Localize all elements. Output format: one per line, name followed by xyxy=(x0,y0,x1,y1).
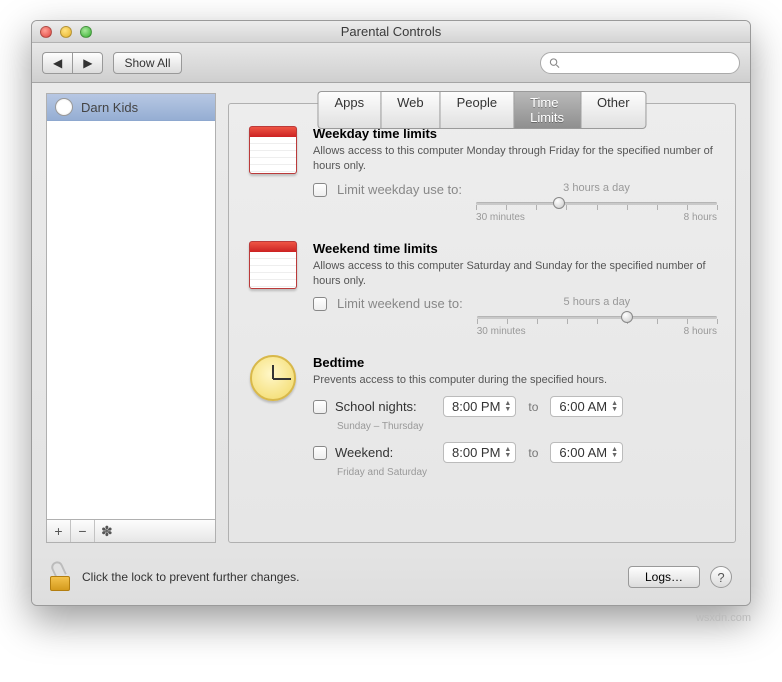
stepper-icon[interactable]: ▲▼ xyxy=(611,401,618,413)
weekday-slider-value: 3 hours a day xyxy=(476,182,717,194)
weekday-checkbox[interactable] xyxy=(313,183,327,197)
show-all-button[interactable]: Show All xyxy=(113,52,181,74)
weekday-slider-min: 30 minutes xyxy=(476,212,525,223)
slider-knob[interactable] xyxy=(553,197,565,209)
weekend-checkbox-label: Limit weekend use to: xyxy=(337,296,463,311)
bedtime-title: Bedtime xyxy=(313,355,717,370)
weekend-nights-checkbox[interactable] xyxy=(313,446,327,460)
clock-icon xyxy=(250,355,296,401)
weekday-slider[interactable] xyxy=(476,196,717,210)
close-icon[interactable] xyxy=(40,26,52,38)
bedtime-section: Bedtime Prevents access to this computer… xyxy=(247,355,717,488)
search-icon xyxy=(549,57,560,69)
search-input[interactable] xyxy=(564,55,731,71)
user-list[interactable]: Darn Kids xyxy=(46,93,216,519)
school-nights-from[interactable]: 8:00 PM ▲▼ xyxy=(443,396,516,417)
action-menu-button[interactable]: ✽ xyxy=(95,520,215,542)
bedtime-desc: Prevents access to this computer during … xyxy=(313,373,717,388)
tab-bar: Apps Web People Time Limits Other xyxy=(317,91,646,129)
toolbar: ◀ ▶ Show All xyxy=(32,43,750,83)
stepper-icon[interactable]: ▲▼ xyxy=(611,447,618,459)
tab-apps[interactable]: Apps xyxy=(317,91,380,129)
search-field[interactable] xyxy=(540,52,740,74)
user-sidebar: Darn Kids + − ✽ xyxy=(46,93,216,543)
weekday-section: Weekday time limits Allows access to thi… xyxy=(247,126,717,223)
weekday-checkbox-label: Limit weekday use to: xyxy=(337,182,462,197)
weekend-nights-to[interactable]: 6:00 AM ▲▼ xyxy=(550,442,623,463)
weekend-checkbox[interactable] xyxy=(313,297,327,311)
tab-other[interactable]: Other xyxy=(580,91,647,129)
window-title: Parental Controls xyxy=(32,24,750,39)
weekend-slider-max: 8 hours xyxy=(684,326,717,337)
school-nights-checkbox[interactable] xyxy=(313,400,327,414)
lock-text: Click the lock to prevent further change… xyxy=(82,570,299,584)
stepper-icon[interactable]: ▲▼ xyxy=(504,401,511,413)
preferences-window: Parental Controls ◀ ▶ Show All Darn Kids… xyxy=(31,20,751,606)
help-button[interactable]: ? xyxy=(710,566,732,588)
zoom-icon[interactable] xyxy=(80,26,92,38)
calendar-icon xyxy=(249,126,297,174)
remove-user-button[interactable]: − xyxy=(71,520,95,542)
watermark: wsxdn.com xyxy=(31,612,751,624)
weekend-nights-note: Friday and Saturday xyxy=(337,467,717,478)
lock-icon[interactable] xyxy=(50,563,74,591)
user-name: Darn Kids xyxy=(81,100,138,115)
tab-web[interactable]: Web xyxy=(380,91,440,129)
stepper-icon[interactable]: ▲▼ xyxy=(504,447,511,459)
minimize-icon[interactable] xyxy=(60,26,72,38)
school-nights-note: Sunday – Thursday xyxy=(337,421,717,432)
weekend-slider-min: 30 minutes xyxy=(477,326,526,337)
school-nights-to[interactable]: 6:00 AM ▲▼ xyxy=(550,396,623,417)
weekend-slider[interactable] xyxy=(477,310,717,324)
weekend-nights-label: Weekend: xyxy=(335,445,435,460)
weekend-desc: Allows access to this computer Saturday … xyxy=(313,259,717,289)
weekend-section: Weekend time limits Allows access to thi… xyxy=(247,241,717,338)
forward-button[interactable]: ▶ xyxy=(72,52,103,74)
logs-button[interactable]: Logs… xyxy=(628,566,700,588)
footer: Click the lock to prevent further change… xyxy=(32,555,750,605)
back-button[interactable]: ◀ xyxy=(42,52,72,74)
sidebar-item-user[interactable]: Darn Kids xyxy=(47,94,215,121)
weekday-slider-max: 8 hours xyxy=(684,212,717,223)
weekend-nights-row: Weekend: 8:00 PM ▲▼ to 6:00 AM ▲▼ xyxy=(313,442,717,463)
titlebar: Parental Controls xyxy=(32,21,750,43)
school-nights-row: School nights: 8:00 PM ▲▼ to 6:00 AM ▲▼ xyxy=(313,396,717,417)
calendar-icon xyxy=(249,241,297,289)
tab-people[interactable]: People xyxy=(440,91,513,129)
soccer-ball-icon xyxy=(55,98,73,116)
add-user-button[interactable]: + xyxy=(47,520,71,542)
weekend-nights-from[interactable]: 8:00 PM ▲▼ xyxy=(443,442,516,463)
settings-panel: Weekday time limits Allows access to thi… xyxy=(228,103,736,543)
weekend-title: Weekend time limits xyxy=(313,241,717,256)
tab-time-limits[interactable]: Time Limits xyxy=(513,91,580,129)
weekday-desc: Allows access to this computer Monday th… xyxy=(313,144,717,174)
weekend-slider-value: 5 hours a day xyxy=(477,296,717,308)
school-nights-label: School nights: xyxy=(335,399,435,414)
